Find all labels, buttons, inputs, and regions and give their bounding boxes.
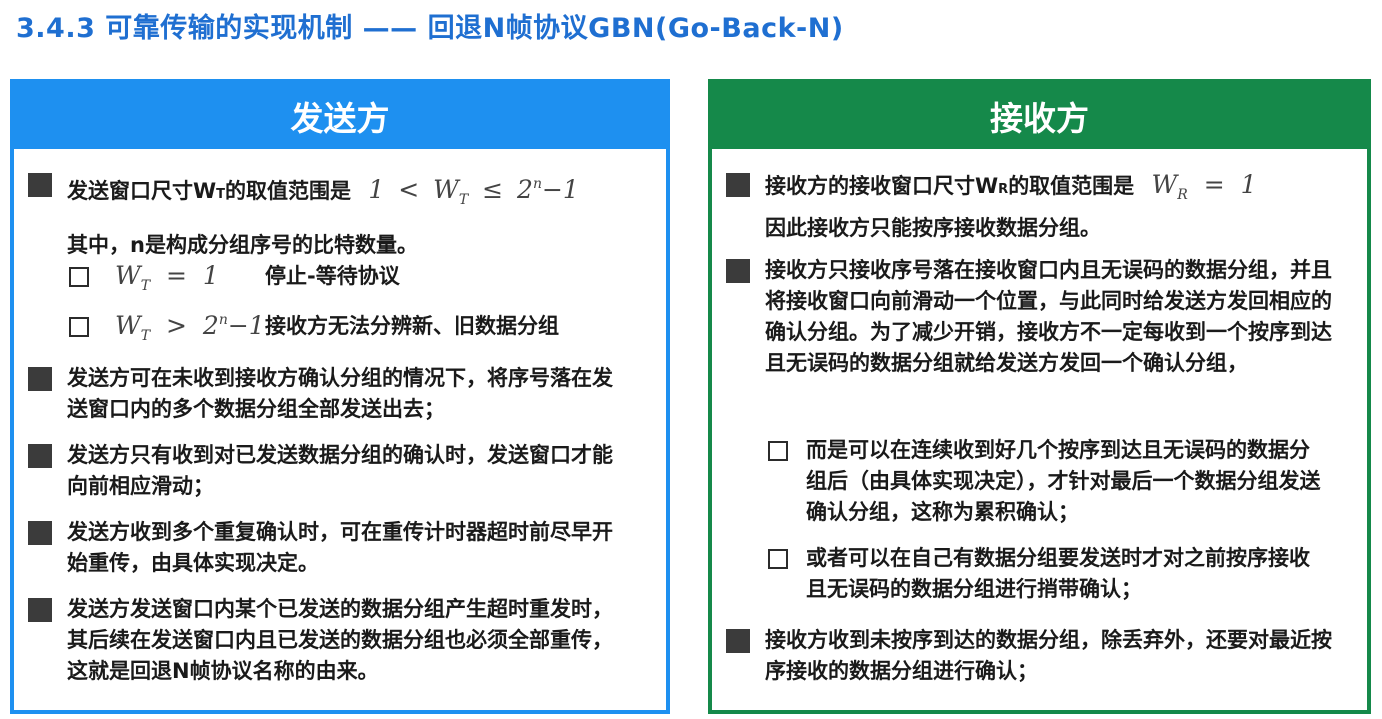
bullet-square-icon — [28, 367, 52, 391]
bullet-square-icon — [28, 521, 52, 545]
checkbox-icon — [768, 549, 788, 569]
receiver-item-out-of-order: 接收方收到未按序到达的数据分组，除丢弃外，还要对最近按序接收的数据分组进行确认； — [726, 625, 1346, 687]
checkbox-icon — [768, 441, 788, 461]
sender-item-send-multiple: 发送方可在未收到接收方确认分组的情况下，将序号落在发送窗口内的多个数据分组全部发… — [28, 363, 638, 425]
sender-window-range-formula: 1 < WT ≤ 2n−1 — [368, 175, 579, 208]
receiver-item-in-order-accept: 接收方只接收序号落在接收窗口内且无误码的数据分组，并且将接收窗口向前滑动一个位置… — [726, 255, 1346, 379]
bullet-square-icon — [28, 598, 52, 622]
page-title: 3.4.3 可靠传输的实现机制 —— 回退N帧协议GBN(Go-Back-N) — [16, 13, 844, 44]
sender-header: 发送方 — [14, 83, 666, 149]
bullet-square-icon — [28, 444, 52, 468]
bullet-square-icon — [726, 259, 750, 283]
receiver-panel: 接收方 接收方的接收窗口尺寸WR的取值范围是 WR = 1 因此接收方只能按序接… — [708, 79, 1371, 714]
checkbox-icon — [69, 267, 89, 287]
receiver-checkbox-piggyback-ack: 或者可以在自己有数据分组要发送时才对之前按序接收且无误码的数据分组进行捎带确认； — [768, 543, 1338, 605]
bullet-square-icon — [726, 629, 750, 653]
formula-wt-equals-one: WT = 1 — [115, 261, 219, 294]
receiver-header: 接收方 — [712, 83, 1367, 149]
sender-panel: 发送方 发送窗口尺寸WT的取值范围是 1 < WT ≤ 2n−1 其中，n是构成… — [10, 79, 670, 714]
receiver-checkbox-cumulative-ack: 而是可以在连续收到好几个按序到达且无误码的数据分组后（由具体实现决定），才针对最… — [768, 435, 1338, 528]
bullet-square-icon — [28, 173, 52, 197]
sender-item-fast-retransmit: 发送方收到多个重复确认时，可在重传计时器超时前尽早开始重传，由具体实现决定。 — [28, 517, 638, 579]
sender-item-window-size-content: 发送窗口尺寸WT的取值范围是 1 < WT ≤ 2n−1 其中，n是构成分组序号… — [67, 175, 579, 257]
sender-item-go-back-n: 发送方发送窗口内某个已发送的数据分组产生超时重发时，其后续在发送窗口内且已发送的… — [28, 594, 638, 687]
formula-wt-greater: WT > 2n−1 — [115, 311, 265, 344]
receiver-item-window-size: 接收方的接收窗口尺寸WR的取值范围是 WR = 1 因此接收方只能按序接收数据分… — [726, 169, 1346, 244]
receiver-item-window-size-content: 接收方的接收窗口尺寸WR的取值范围是 WR = 1 因此接收方只能按序接收数据分… — [765, 170, 1257, 240]
receiver-window-range-formula: WR = 1 — [1151, 170, 1257, 203]
bullet-square-icon — [726, 173, 750, 197]
sender-checkbox-stop-and-wait: WT = 1 停止-等待协议 — [69, 261, 649, 294]
sender-item-window-size: 发送窗口尺寸WT的取值范围是 1 < WT ≤ 2n−1 其中，n是构成分组序号… — [28, 169, 648, 261]
sender-checkbox-cannot-distinguish: WT > 2n−1 接收方无法分辨新、旧数据分组 — [69, 311, 649, 344]
sender-item-slide-on-ack: 发送方只有收到对已发送数据分组的确认时，发送窗口才能向前相应滑动； — [28, 440, 638, 502]
checkbox-icon — [69, 317, 89, 337]
